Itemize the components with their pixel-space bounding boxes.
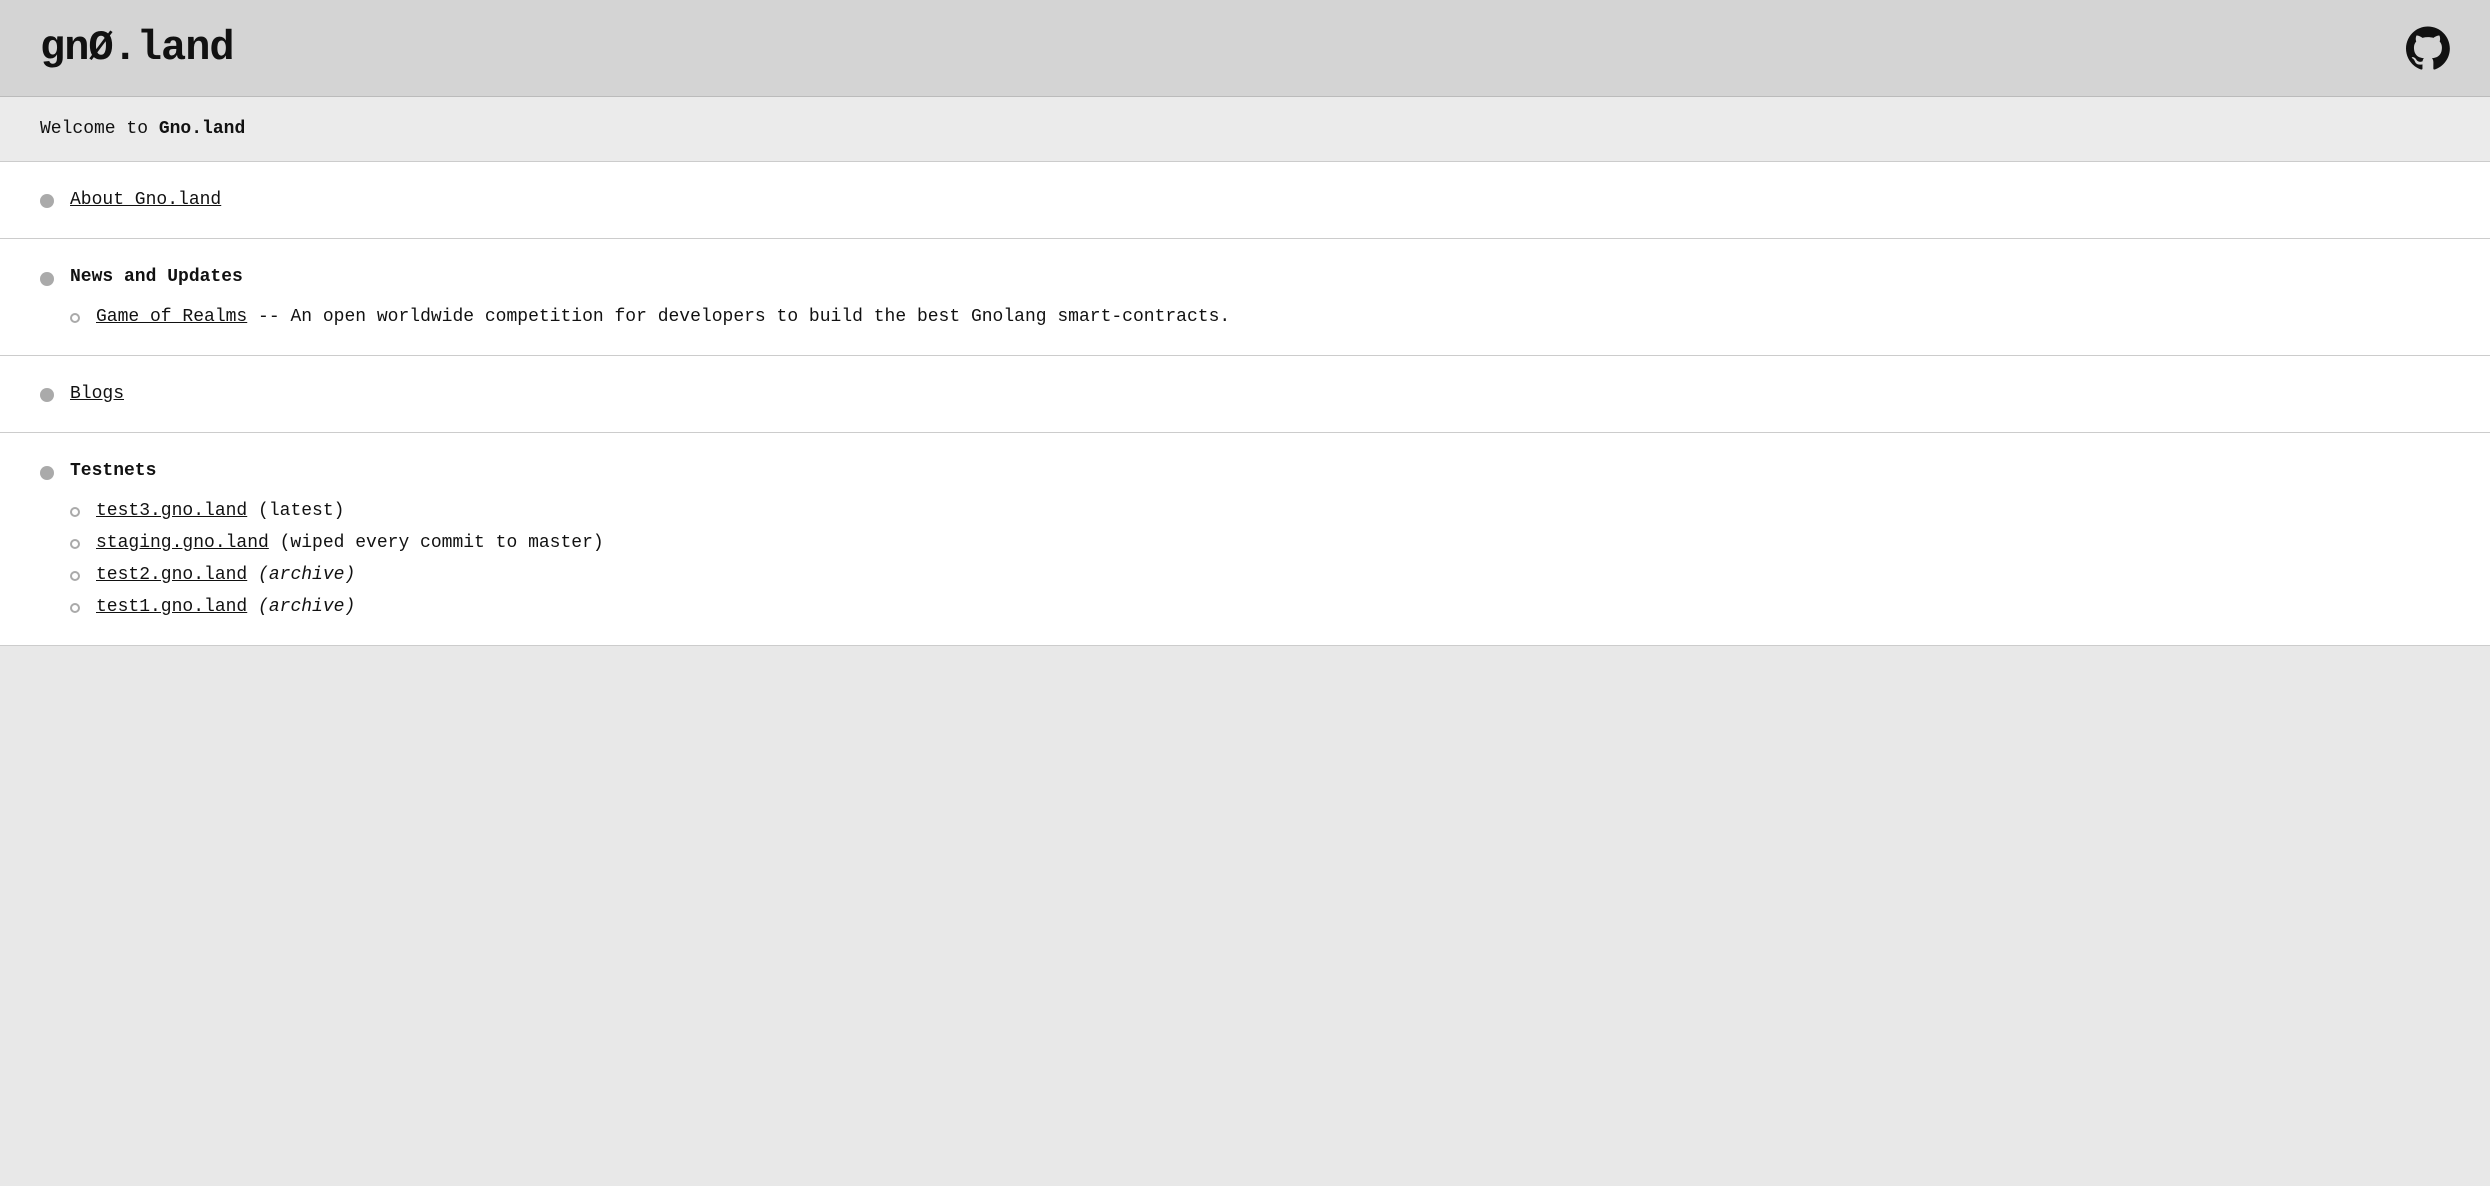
test3-link[interactable]: test3.gno.land <box>96 501 247 521</box>
testnet-item-test1: test1.gno.land (archive) <box>70 597 2450 617</box>
staging-suffix: (wiped every commit to master) <box>269 533 604 553</box>
testnet-item-test3: test3.gno.land (latest) <box>70 501 2450 521</box>
testnets-items-list: test3.gno.land (latest) staging.gno.land… <box>70 501 2450 617</box>
about-section: About Gno.land <box>0 162 2490 239</box>
testnet-text-test3: test3.gno.land (latest) <box>96 501 344 521</box>
testnets-bullet <box>40 466 54 480</box>
news-bullet <box>40 272 54 286</box>
testnets-title: Testnets <box>70 461 156 481</box>
blogs-bullet <box>40 388 54 402</box>
testnet-bullet-test2 <box>70 571 80 581</box>
news-title: News and Updates <box>70 267 243 287</box>
testnet-item-staging: staging.gno.land (wiped every commit to … <box>70 533 2450 553</box>
news-item-text: Game of Realms -- An open worldwide comp… <box>96 307 1230 327</box>
game-of-realms-link[interactable]: Game of Realms <box>96 307 247 327</box>
site-logo: gnØ.land <box>40 24 234 72</box>
testnet-text-test2: test2.gno.land (archive) <box>96 565 355 585</box>
testnet-bullet-test1 <box>70 603 80 613</box>
test3-suffix: (latest) <box>247 501 344 521</box>
testnet-text-staging: staging.gno.land (wiped every commit to … <box>96 533 604 553</box>
news-items-list: Game of Realms -- An open worldwide comp… <box>70 307 2450 327</box>
testnet-bullet-test3 <box>70 507 80 517</box>
welcome-bar: Welcome to Gno.land <box>0 97 2490 162</box>
testnet-text-test1: test1.gno.land (archive) <box>96 597 355 617</box>
blogs-section: Blogs <box>0 356 2490 433</box>
testnet-bullet-staging <box>70 539 80 549</box>
welcome-site-name: Gno.land <box>159 119 245 139</box>
test1-link[interactable]: test1.gno.land <box>96 597 247 617</box>
testnets-section: Testnets test3.gno.land (latest) staging… <box>0 433 2490 646</box>
staging-link[interactable]: staging.gno.land <box>96 533 269 553</box>
news-item-description: -- An open worldwide competition for dev… <box>247 307 1230 327</box>
site-header: gnØ.land <box>0 0 2490 97</box>
test2-suffix: (archive) <box>247 565 355 585</box>
welcome-prefix: Welcome to <box>40 119 159 139</box>
news-section: News and Updates Game of Realms -- An op… <box>0 239 2490 356</box>
test1-suffix: (archive) <box>247 597 355 617</box>
test2-link[interactable]: test2.gno.land <box>96 565 247 585</box>
testnet-item-test2: test2.gno.land (archive) <box>70 565 2450 585</box>
blogs-link[interactable]: Blogs <box>70 384 124 404</box>
news-item: Game of Realms -- An open worldwide comp… <box>70 307 2450 327</box>
github-icon[interactable] <box>2406 26 2450 70</box>
news-item-bullet <box>70 313 80 323</box>
about-link[interactable]: About Gno.land <box>70 190 221 210</box>
about-bullet <box>40 194 54 208</box>
